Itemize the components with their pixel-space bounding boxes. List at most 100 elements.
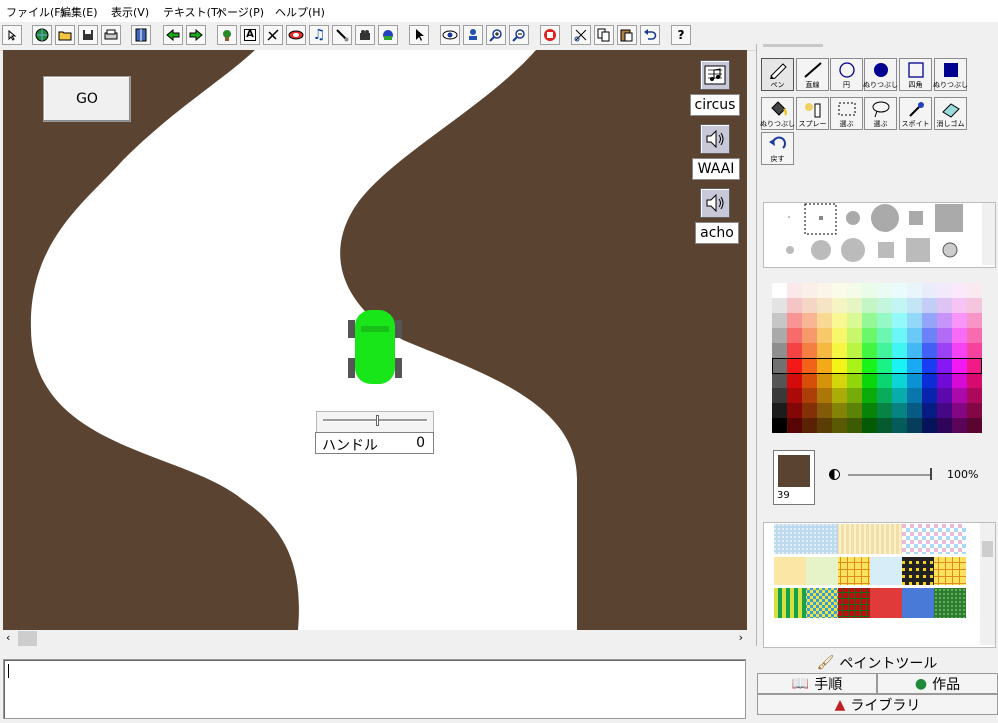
palette-color[interactable] bbox=[907, 403, 923, 419]
palette-color[interactable] bbox=[847, 388, 863, 404]
palette-color[interactable] bbox=[907, 418, 923, 433]
scroll-right-icon[interactable]: › bbox=[739, 631, 743, 644]
palette-color[interactable] bbox=[967, 358, 982, 374]
save-icon[interactable] bbox=[78, 25, 98, 45]
palette-color[interactable] bbox=[832, 358, 848, 374]
palette-color[interactable] bbox=[847, 298, 863, 314]
palette-color[interactable] bbox=[922, 343, 938, 359]
link-tool-icon[interactable] bbox=[263, 25, 283, 45]
arrow-select-icon[interactable] bbox=[409, 25, 429, 45]
palette-color[interactable] bbox=[952, 373, 968, 389]
palette-color[interactable] bbox=[922, 328, 938, 344]
palette-color[interactable] bbox=[847, 403, 863, 419]
palette-color[interactable] bbox=[892, 388, 908, 404]
palette-color[interactable] bbox=[832, 298, 848, 314]
palette-color[interactable] bbox=[862, 328, 878, 344]
palette-color[interactable] bbox=[952, 418, 968, 433]
opacity-slider[interactable] bbox=[848, 474, 930, 476]
palette-color[interactable] bbox=[802, 403, 818, 419]
palette-color[interactable] bbox=[922, 388, 938, 404]
palette-color[interactable] bbox=[937, 298, 953, 314]
palette-color[interactable] bbox=[862, 403, 878, 419]
palette-color[interactable] bbox=[802, 313, 818, 329]
palette-color[interactable] bbox=[907, 328, 923, 344]
help-icon[interactable]: ? bbox=[671, 25, 691, 45]
palette-color[interactable] bbox=[847, 328, 863, 344]
palette-color[interactable] bbox=[862, 343, 878, 359]
color-palette[interactable] bbox=[772, 283, 982, 433]
music-note-icon[interactable] bbox=[700, 60, 730, 90]
undo-icon[interactable] bbox=[640, 25, 660, 45]
tab-library[interactable]: ▲ ライブラリ bbox=[757, 694, 998, 715]
palette-color[interactable] bbox=[832, 313, 848, 329]
palette-color[interactable] bbox=[922, 298, 938, 314]
palette-color[interactable] bbox=[877, 283, 893, 299]
fill-tool-button[interactable]: ぬりつぶし bbox=[760, 97, 795, 130]
palette-color[interactable] bbox=[907, 298, 923, 314]
palette-color[interactable] bbox=[802, 283, 818, 299]
palette-color[interactable] bbox=[967, 418, 982, 433]
slider-thumb[interactable] bbox=[376, 415, 379, 426]
palette-color[interactable] bbox=[937, 373, 953, 389]
rect-tool-button[interactable]: 四角 bbox=[899, 58, 932, 91]
eraser-tool-button[interactable]: 消しゴム bbox=[934, 97, 967, 130]
pen-tool-button[interactable]: ペン bbox=[761, 58, 794, 91]
palette-color[interactable] bbox=[922, 358, 938, 374]
palette-color[interactable] bbox=[877, 388, 893, 404]
circle-tool-button[interactable]: 円 bbox=[830, 58, 863, 91]
palette-color[interactable] bbox=[922, 283, 938, 299]
palette-color[interactable] bbox=[832, 283, 848, 299]
palette-color[interactable] bbox=[922, 373, 938, 389]
palette-color[interactable] bbox=[802, 358, 818, 374]
tab-steps[interactable]: 📖 手順 bbox=[757, 673, 877, 694]
scroll-thumb[interactable] bbox=[18, 631, 37, 646]
palette-color[interactable] bbox=[892, 283, 908, 299]
filled-circle-tool-button[interactable]: ぬりつぶし bbox=[863, 58, 898, 91]
menu-edit[interactable]: 編集(E) bbox=[60, 4, 98, 20]
palette-color[interactable] bbox=[967, 388, 982, 404]
palette-color[interactable] bbox=[787, 328, 803, 344]
palette-color[interactable] bbox=[967, 373, 982, 389]
texture-tiles[interactable] bbox=[774, 524, 974, 646]
palette-color[interactable] bbox=[907, 283, 923, 299]
palette-color[interactable] bbox=[922, 313, 938, 329]
paste-icon[interactable] bbox=[617, 25, 637, 45]
palette-color[interactable] bbox=[787, 283, 803, 299]
scroll-left-icon[interactable]: ‹ bbox=[6, 631, 10, 644]
palette-color[interactable] bbox=[862, 418, 878, 433]
palette-color[interactable] bbox=[967, 283, 982, 299]
palette-color[interactable] bbox=[802, 388, 818, 404]
palette-color[interactable] bbox=[952, 298, 968, 314]
menu-page[interactable]: ページ(P) bbox=[216, 4, 264, 20]
line-tool-button[interactable]: 直線 bbox=[796, 58, 829, 91]
palette-color[interactable] bbox=[772, 418, 788, 433]
palette-color[interactable] bbox=[967, 328, 982, 344]
palette-color[interactable] bbox=[937, 328, 953, 344]
menu-file[interactable]: ファイル(F) bbox=[6, 4, 65, 20]
palette-color[interactable] bbox=[877, 298, 893, 314]
palette-color[interactable] bbox=[832, 373, 848, 389]
handle-slider[interactable] bbox=[316, 411, 434, 433]
brush-size-options[interactable] bbox=[764, 203, 982, 265]
text-tool-icon[interactable]: A bbox=[240, 25, 260, 45]
speaker-icon[interactable] bbox=[700, 188, 730, 218]
tab-paint-tool[interactable]: 🖌 ペイントツール bbox=[756, 652, 998, 673]
palette-color[interactable] bbox=[787, 358, 803, 374]
menu-view[interactable]: 表示(V) bbox=[111, 4, 149, 20]
palette-color[interactable] bbox=[937, 283, 953, 299]
eyedropper-tool-button[interactable]: スポイト bbox=[899, 97, 932, 130]
zoom-out-icon[interactable] bbox=[509, 25, 529, 45]
palette-color[interactable] bbox=[847, 343, 863, 359]
bridge-icon[interactable] bbox=[286, 25, 306, 45]
palette-color[interactable] bbox=[937, 343, 953, 359]
palette-color[interactable] bbox=[772, 358, 788, 374]
palette-color[interactable] bbox=[937, 418, 953, 433]
palette-color[interactable] bbox=[817, 283, 833, 299]
palette-color[interactable] bbox=[832, 388, 848, 404]
palette-color[interactable] bbox=[937, 403, 953, 419]
print-icon[interactable] bbox=[101, 25, 121, 45]
select-rect-tool-button[interactable]: 選ぶ bbox=[830, 97, 863, 130]
stage-canvas[interactable]: GO circus WAAI acho ハンドル 0 bbox=[3, 50, 747, 630]
palette-color[interactable] bbox=[862, 298, 878, 314]
palette-color[interactable] bbox=[787, 388, 803, 404]
